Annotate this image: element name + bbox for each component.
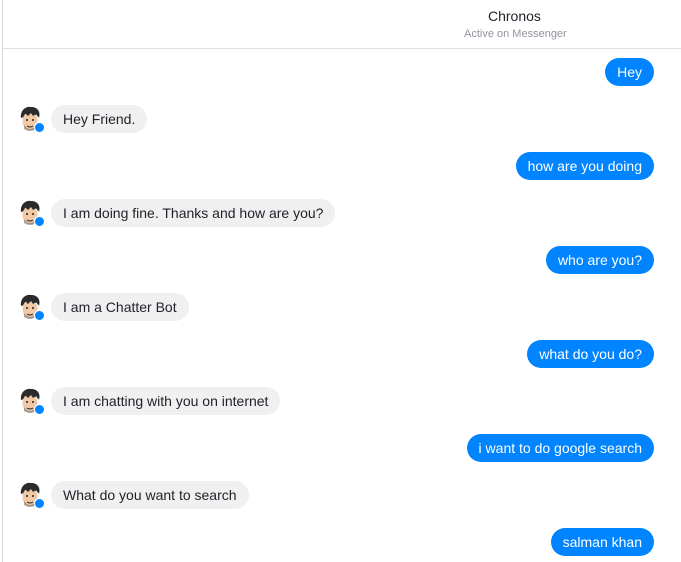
contact-avatar[interactable] [16,105,45,133]
incoming-message[interactable]: What do you want to search [51,481,249,509]
contact-status: Active on Messenger [464,28,567,40]
messenger-badge-icon [34,498,45,509]
outgoing-message[interactable]: Hey [605,58,654,86]
incoming-message[interactable]: I am chatting with you on internet [51,387,281,415]
outgoing-message[interactable]: i want to do google search [466,434,654,462]
conversation-header: Chronos Active on Messenger [3,0,681,49]
contact-avatar[interactable] [16,199,45,227]
contact-name[interactable]: Chronos [488,8,541,24]
messenger-badge-icon [34,404,45,415]
incoming-message[interactable]: I am doing fine. Thanks and how are you? [51,199,336,227]
contact-avatar[interactable] [16,481,45,509]
contact-avatar[interactable] [16,293,45,321]
messenger-badge-icon [34,310,45,321]
outgoing-message[interactable]: what do you do? [527,340,654,368]
outgoing-message[interactable]: how are you doing [515,152,654,180]
outgoing-message[interactable]: who are you? [545,246,654,274]
messenger-badge-icon [34,216,45,227]
outgoing-message[interactable]: salman khan [550,528,654,556]
incoming-message[interactable]: Hey Friend. [51,105,148,133]
incoming-message[interactable]: I am a Chatter Bot [51,293,189,321]
messenger-window: Chronos Active on Messenger Hey Hey Frie… [0,0,681,562]
messenger-badge-icon [34,122,45,133]
contact-avatar[interactable] [16,387,45,415]
window-border [2,0,3,562]
